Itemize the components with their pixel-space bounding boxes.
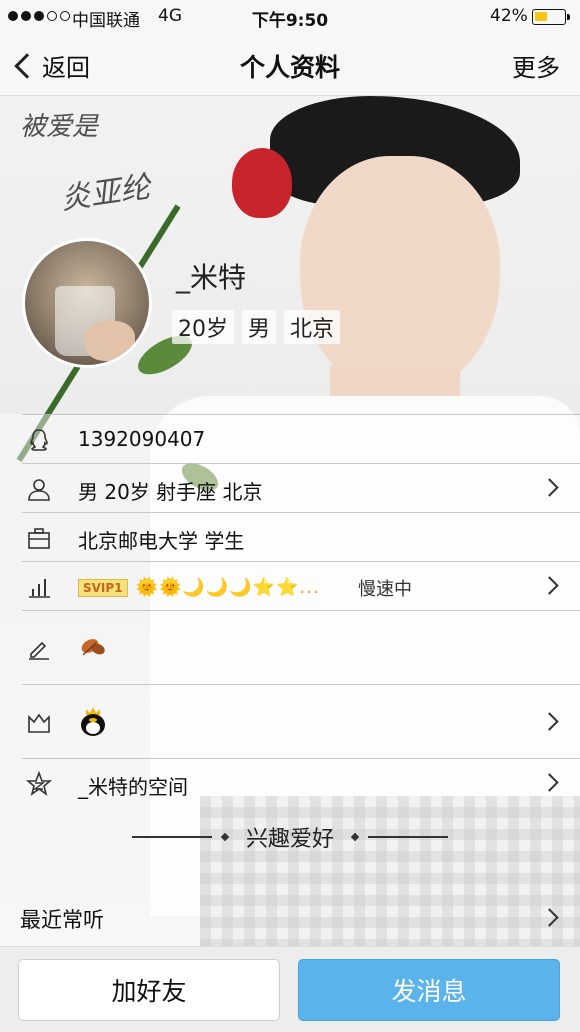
divider-diamond xyxy=(350,832,360,842)
star-icon xyxy=(26,771,52,796)
divider-line xyxy=(131,836,212,838)
divider-diamond xyxy=(220,832,230,842)
qq-penguin-icon xyxy=(30,429,48,451)
page-title: 个人资料 xyxy=(239,53,340,82)
nickname: _米特 xyxy=(176,261,247,294)
battery-icon xyxy=(532,9,570,25)
avatar-hand xyxy=(85,321,135,361)
pen-icon xyxy=(29,641,49,660)
crown-icon xyxy=(28,713,50,733)
profile-detail-list: 1392090407 男 20岁 射手座 北京 北京邮电大学 学生 SVIP1 🌞… xyxy=(0,414,580,807)
chevron-right-icon xyxy=(540,478,559,497)
photo-rose xyxy=(232,148,292,218)
level-chart-icon xyxy=(29,579,50,598)
chevron-right-icon xyxy=(540,576,559,595)
divider-line xyxy=(368,836,448,838)
profile-tags: 20岁 男 北京 xyxy=(172,310,341,344)
more-button[interactable]: 更多 xyxy=(512,48,560,83)
svip-badge: SVIP1 xyxy=(78,578,128,597)
level-speed: 慢速中 xyxy=(358,579,412,600)
basic-info: 男 20岁 射手座 北京 xyxy=(78,480,263,504)
photo-signature: 被爱是 xyxy=(20,112,99,142)
qq-number: 1392090407 xyxy=(78,427,206,451)
bottom-action-bar: 加好友 发消息 xyxy=(0,946,580,1032)
age-tag: 20岁 xyxy=(172,310,234,344)
school-info: 北京邮电大学 学生 xyxy=(78,529,245,553)
qzone-label: _米特的空间 xyxy=(78,775,188,799)
navigation-bar: 返回 个人资料 更多 xyxy=(0,34,580,96)
qzone-row[interactable]: _米特的空间 xyxy=(22,758,580,807)
chevron-right-icon xyxy=(540,712,559,731)
qq-vip-row[interactable] xyxy=(22,684,580,758)
recent-listening-label: 最近常听 xyxy=(20,908,104,932)
signature-row xyxy=(22,610,580,684)
chevron-right-icon xyxy=(540,773,559,792)
photo-face xyxy=(300,156,500,396)
basic-info-row[interactable]: 男 20岁 射手座 北京 xyxy=(22,463,580,512)
gender-tag: 男 xyxy=(242,310,277,344)
photo-signature: 炎亚纶 xyxy=(58,169,153,218)
level-badges: SVIP1 🌞🌞🌙🌙🌙⭐⭐... xyxy=(78,574,320,598)
interests-section-header: 兴趣爱好 xyxy=(0,822,580,852)
recent-listening-row[interactable]: 最近常听 xyxy=(0,892,580,944)
briefcase-icon xyxy=(28,528,50,549)
city-tag: 北京 xyxy=(284,310,341,344)
level-row[interactable]: SVIP1 🌞🌞🌙🌙🌙⭐⭐... 慢速中 xyxy=(22,561,580,610)
qq-number-row: 1392090407 xyxy=(22,414,580,463)
person-icon xyxy=(28,479,50,501)
chevron-right-icon xyxy=(540,908,559,927)
level-icons: 🌞🌞🌙🌙🌙⭐⭐... xyxy=(135,577,320,598)
avatar[interactable] xyxy=(22,238,152,368)
status-bar: 中国联通 4G 下午9:50 42% xyxy=(0,0,580,34)
send-message-button[interactable]: 发消息 xyxy=(298,959,560,1021)
add-friend-button[interactable]: 加好友 xyxy=(18,959,280,1021)
interests-title: 兴趣爱好 xyxy=(245,827,334,852)
autumn-leaf-icon xyxy=(81,639,105,656)
battery-percent: 42% xyxy=(490,6,528,26)
school-row: 北京邮电大学 学生 xyxy=(22,512,580,561)
penguin-crown-icon xyxy=(81,707,105,736)
